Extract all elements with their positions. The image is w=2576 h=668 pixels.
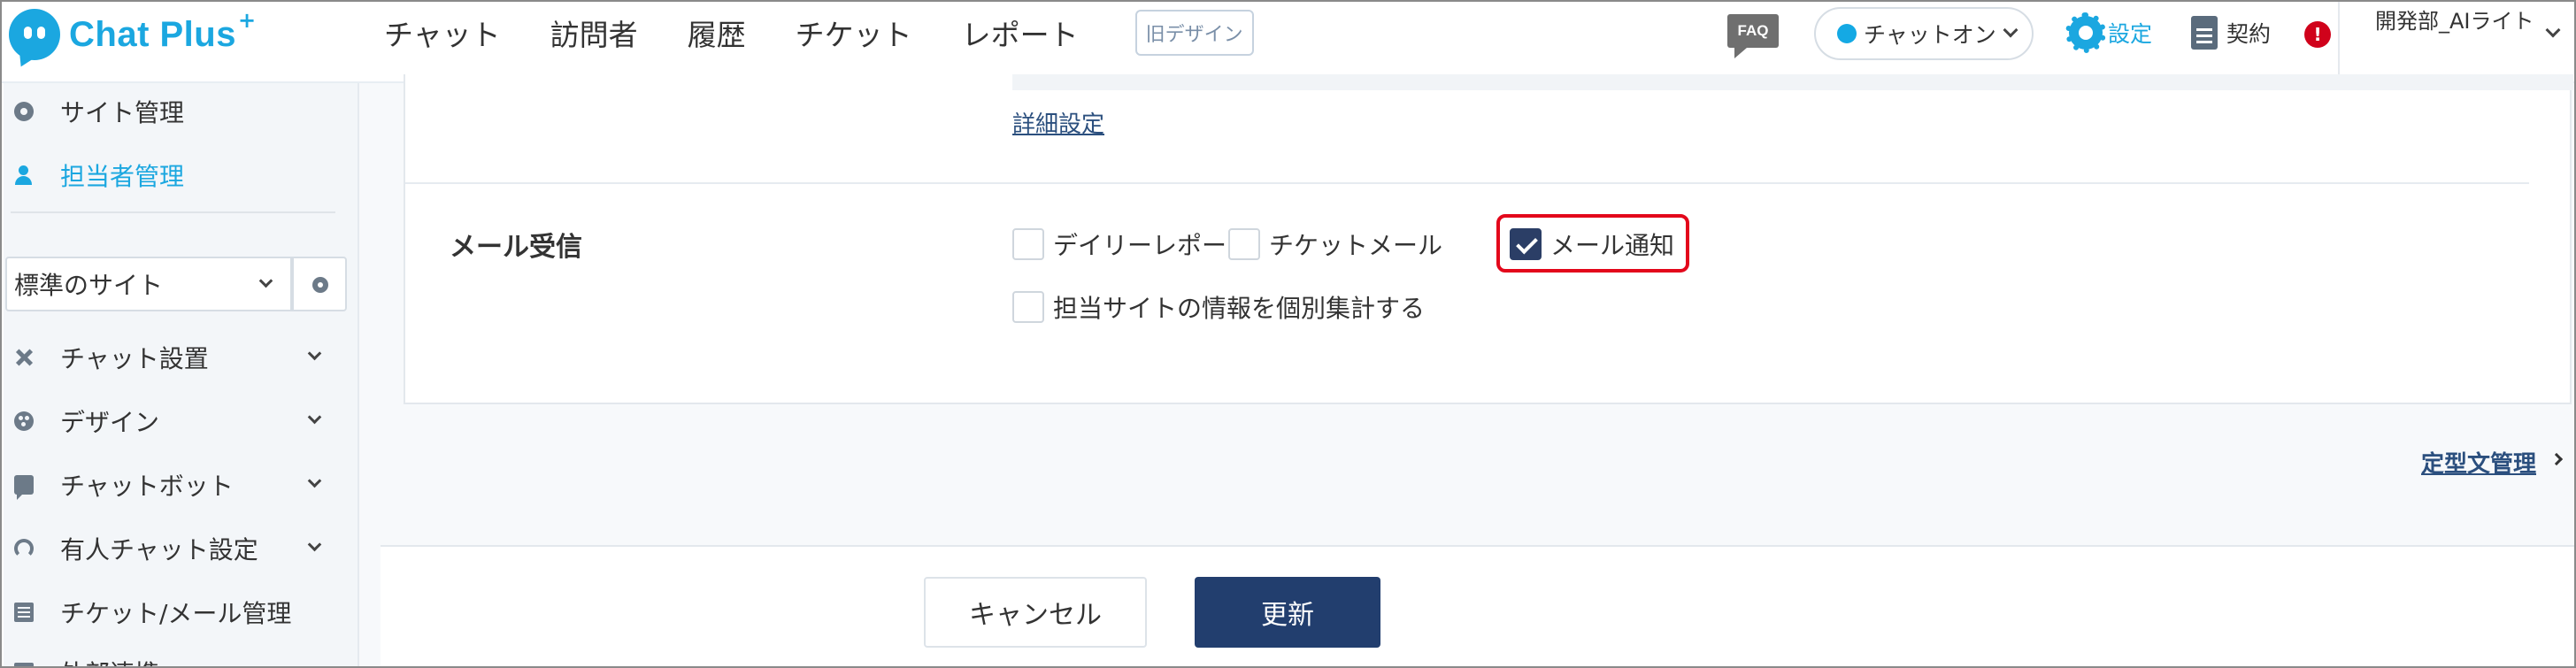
chat-bubble-icon: [14, 475, 34, 500]
sidebar-item-label: チャットボット: [60, 472, 234, 501]
sidebar-item-site-management[interactable]: サイト管理: [4, 94, 184, 129]
action-footer: [381, 545, 2574, 666]
sidebar-item-label: サイト管理: [60, 98, 185, 127]
alert-icon[interactable]: !: [2304, 21, 2331, 48]
nav-reports[interactable]: レポート: [962, 12, 1079, 54]
nav-chat[interactable]: チャット: [384, 12, 501, 54]
checkbox[interactable]: [1012, 228, 1044, 260]
update-button[interactable]: 更新: [1195, 577, 1380, 648]
chevron-down-icon: [307, 346, 322, 361]
sidebar-item-label: チャット設置: [60, 344, 209, 373]
user-name: 開発部_AIライト: [2375, 9, 2534, 34]
link-icon: [14, 663, 34, 666]
contract-label: 契約: [2226, 21, 2272, 47]
document-icon: [2191, 16, 2218, 50]
card-divider: [405, 182, 2529, 184]
cancel-button[interactable]: キャンセル: [924, 577, 1147, 648]
chat-status-dropdown[interactable]: チャットオン: [1814, 7, 2034, 60]
mail-receive-label: メール受信: [450, 232, 582, 263]
sidebar-item-label: デザイン: [60, 408, 160, 437]
site-select[interactable]: 標準のサイト: [5, 257, 292, 311]
checkbox[interactable]: [1228, 228, 1260, 260]
gear-icon: [312, 277, 328, 293]
list-icon: [14, 603, 34, 622]
checkbox-ticket-mail[interactable]: チケットメール: [1228, 227, 1442, 262]
sidebar-item-integrations[interactable]: 外部連携: [4, 655, 358, 666]
site-settings-button[interactable]: [292, 257, 347, 311]
gear-icon: [14, 102, 34, 121]
main-content: 詳細設定 メール受信 デイリーレポート チケットメール メール通知 担当サイトの…: [359, 74, 2574, 666]
checkbox-label: 担当サイトの情報を個別集計する: [1053, 294, 1426, 323]
nav-history[interactable]: 履歴: [688, 12, 746, 54]
chat-status-label: チャットオン: [1864, 22, 1996, 48]
sidebar-item-label: 担当者管理: [60, 162, 185, 191]
gear-icon: [2065, 12, 2106, 53]
settings-label: 設定: [2108, 21, 2153, 47]
sidebar-item-staff-management[interactable]: 担当者管理: [4, 157, 184, 193]
settings-link[interactable]: 設定: [2065, 12, 2153, 53]
chevron-down-icon: [307, 473, 322, 488]
site-select-value: 標準のサイト: [14, 271, 164, 300]
user-icon: [14, 165, 34, 185]
logo-text: Chat Plus: [69, 14, 236, 54]
checkbox-daily-report[interactable]: デイリーレポート: [1012, 227, 1251, 262]
chatplus-logo[interactable]: Chat Plus +: [9, 7, 256, 62]
top-header: Chat Plus + チャット 訪問者 履歴 チケット レポート 旧デザイン …: [2, 2, 2574, 83]
sidebar-item-label: 外部連携: [60, 655, 159, 666]
checkbox[interactable]: [1012, 291, 1044, 323]
highlight-box: [1496, 214, 1689, 273]
faq-icon[interactable]: FAQ: [1727, 14, 1779, 58]
logo-plus: +: [237, 8, 257, 33]
template-management-link[interactable]: 定型文管理: [2421, 446, 2536, 479]
card-top-band: [1012, 74, 2573, 90]
app-frame: Chat Plus + チャット 訪問者 履歴 チケット レポート 旧デザイン …: [0, 0, 2576, 668]
chevron-down-icon: [258, 273, 273, 288]
contract-link[interactable]: 契約: [2191, 16, 2271, 50]
old-design-button[interactable]: 旧デザイン: [1134, 10, 1254, 56]
sidebar-item-ticket-mail[interactable]: チケット/メール管理: [4, 595, 358, 630]
detail-settings-link[interactable]: 詳細設定: [1012, 106, 1104, 139]
nav-tickets[interactable]: チケット: [796, 12, 912, 54]
tools-icon: [14, 348, 34, 367]
chevron-down-icon: [2003, 22, 2019, 38]
sidebar-item-live-chat-settings[interactable]: 有人チャット設定: [4, 531, 358, 566]
chevron-down-icon: [307, 537, 322, 552]
user-menu[interactable]: 開発部_AIライト: [2338, 2, 2574, 83]
checkbox-label: チケットメール: [1269, 231, 1443, 260]
logo-bubble-icon: [9, 9, 60, 60]
headset-icon: [14, 539, 34, 558]
sidebar-item-chat-install[interactable]: チャット設置: [4, 340, 358, 375]
sidebar-item-label: 有人チャット設定: [60, 535, 258, 564]
sidebar-divider: [11, 211, 335, 213]
chevron-down-icon: [307, 410, 322, 425]
nav-visitors[interactable]: 訪問者: [550, 12, 638, 54]
sidebar-item-chatbot[interactable]: チャットボット: [4, 467, 358, 503]
sidebar-item-label: チケット/メール管理: [60, 599, 292, 628]
sidebar-item-design[interactable]: デザイン: [4, 403, 358, 439]
checkbox-per-site-aggregate[interactable]: 担当サイトの情報を個別集計する: [1012, 289, 1425, 325]
top-nav: チャット 訪問者 履歴 チケット レポート 旧デザイン: [384, 2, 1254, 64]
sidebar: サイト管理 担当者管理 標準のサイト チャット設置 デザイン チャットボット 有…: [4, 83, 359, 666]
status-dot-icon: [1837, 24, 1857, 43]
checkbox-label: デイリーレポート: [1053, 231, 1252, 260]
palette-icon: [14, 411, 34, 431]
chevron-right-icon: [2549, 452, 2564, 466]
settings-card: 詳細設定 メール受信 デイリーレポート チケットメール メール通知 担当サイトの…: [404, 74, 2573, 404]
